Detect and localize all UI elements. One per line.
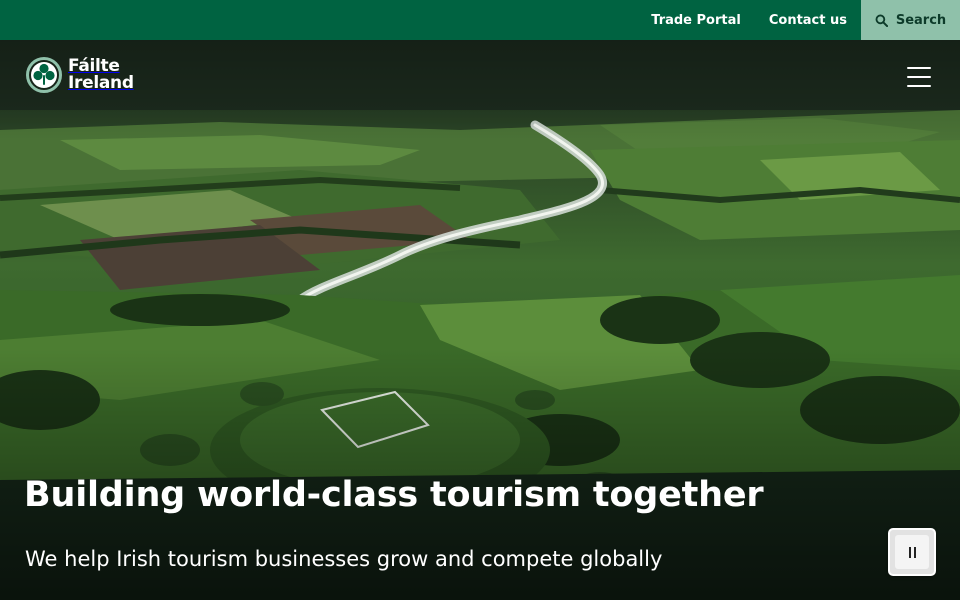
hero-headline: Building world-class tourism together <box>24 475 764 515</box>
pause-video-button[interactable] <box>888 528 936 576</box>
search-label: Search <box>895 12 947 28</box>
contact-us-link[interactable]: Contact us <box>755 0 861 40</box>
logo-wordmark: Fáilte Ireland <box>68 58 134 92</box>
failte-ireland-logo[interactable]: Fáilte Ireland <box>26 56 134 94</box>
search-button[interactable]: Search <box>861 0 960 40</box>
hero-gradient-overlay <box>0 40 960 600</box>
logo-line-2: Ireland <box>68 73 134 93</box>
shamrock-logo-icon <box>26 57 62 93</box>
utility-bar: Trade Portal Contact us Search <box>0 0 960 40</box>
trade-portal-link[interactable]: Trade Portal <box>637 0 755 40</box>
search-icon <box>875 14 888 27</box>
hero-banner <box>0 40 960 600</box>
pause-icon <box>895 535 929 569</box>
hamburger-menu-icon[interactable] <box>904 64 934 90</box>
hero-subheadline: We help Irish tourism businesses grow an… <box>25 547 663 571</box>
